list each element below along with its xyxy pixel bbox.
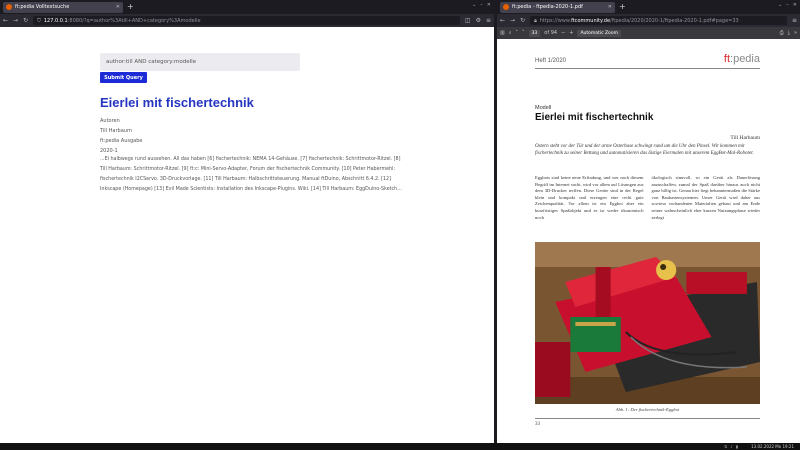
- footer-rule: [535, 418, 760, 419]
- pdf-page: Heft 1/2020 ft:pedia Modell Eierlei mit …: [497, 39, 800, 443]
- meta-label-authors: Autoren: [100, 118, 120, 124]
- save-icon[interactable]: ⤓: [788, 30, 790, 36]
- url-prefix: https://www.: [539, 17, 572, 24]
- header-rule: [535, 68, 760, 69]
- menu-icon[interactable]: ≡: [792, 17, 797, 24]
- menu-icon[interactable]: ≡: [486, 17, 491, 24]
- right-tab[interactable]: ft:pedia - ftpedia-2020-1.pdf ✕: [500, 1, 615, 13]
- reload-icon[interactable]: ↻: [520, 17, 525, 24]
- close-icon[interactable]: ✕: [487, 2, 491, 8]
- submit-query-button[interactable]: Submit Query: [100, 72, 147, 83]
- url-path: /ftpedia/2020/2020-1/ftpedia-2020-1.pdf#…: [610, 17, 739, 24]
- pdf-figure-caption: Abb. 1: Der fischertechnik-Eggbot: [615, 407, 680, 412]
- page-up-icon[interactable]: ˄: [516, 30, 519, 36]
- pdf-page-number: 33: [535, 422, 540, 427]
- page-down-icon[interactable]: ˅: [522, 30, 525, 36]
- shield-icon[interactable]: ⛉: [37, 18, 41, 24]
- taskbar: ⇅ ♪ ▮ 13.02.2022 Mo 19:21: [0, 443, 800, 450]
- page-number-input[interactable]: 33: [528, 29, 541, 37]
- search-input[interactable]: author:till AND category:modelle: [100, 53, 300, 71]
- snippet-line: ...Ei halbwegs rund aussehen. All das ha…: [100, 157, 401, 162]
- zoom-out-icon[interactable]: −: [561, 30, 565, 36]
- taskbar-clock[interactable]: 13.02.2022 Mo 19:21: [751, 444, 794, 449]
- page-total: of 94: [544, 30, 558, 36]
- eggbot-photo: [535, 242, 760, 404]
- pdf-issue: Heft 1/2020: [535, 58, 567, 64]
- pdf-body-columns: Eggbots sind keine neue Erfindung, und w…: [535, 175, 760, 221]
- snippet-line: Till Harbaum: Schrittmotor-Ritzel. [9] f…: [100, 167, 396, 172]
- logo-pedia: :pedia: [730, 53, 760, 65]
- reload-icon[interactable]: ↻: [23, 17, 28, 24]
- print-icon[interactable]: ⎙: [780, 30, 784, 36]
- close-tab-icon[interactable]: ✕: [608, 4, 612, 10]
- forward-icon[interactable]: →: [510, 17, 515, 24]
- left-browser-window: ft:pedia Volltextsuche ✕ + ⌄ – ✕ ← → ↻ ⛉…: [0, 0, 494, 443]
- right-nav-bar: ← → ↻ 🔒︎ https://www.ftcommunity.de/ftpe…: [497, 14, 800, 27]
- pdf-title: Eierlei mit fischertechnik: [535, 112, 654, 123]
- pdf-author: Till Harbaum: [730, 135, 760, 141]
- pdf-toolbar: ▥ ⌕ ˄ ˅ 33 of 94 − + Automatic Zoom ⎙ ⤓ …: [497, 27, 800, 39]
- left-tab-title: ft:pedia Volltextsuche: [15, 4, 70, 10]
- battery-icon[interactable]: ▮: [736, 444, 738, 449]
- back-icon[interactable]: ←: [500, 17, 505, 24]
- zoom-in-icon[interactable]: +: [569, 30, 573, 36]
- network-icon[interactable]: ⇅: [724, 444, 727, 449]
- pdf-column-1: Eggbots sind keine neue Erfindung, und w…: [535, 175, 644, 220]
- new-tab-icon[interactable]: +: [127, 3, 134, 11]
- meta-author: Till Harbaum: [100, 128, 132, 134]
- ftpedia-logo: ft:pedia: [724, 53, 760, 65]
- zoom-select[interactable]: Automatic Zoom: [577, 29, 621, 37]
- find-icon[interactable]: ⌕: [509, 30, 512, 36]
- firefox-icon: [6, 4, 12, 10]
- snippet-line: Inkscape (Homepage) [13] Evil Made Scien…: [100, 187, 402, 192]
- meta-issue: 2020-1: [100, 148, 118, 154]
- url-path: :8080/?q=author%3Atill+AND+category%3Amo…: [67, 17, 201, 24]
- chevron-down-icon[interactable]: ⌄: [472, 2, 476, 8]
- left-url-bar[interactable]: ⛉ 127.0.0.1:8080/?q=author%3Atill+AND+ca…: [33, 16, 460, 25]
- pdf-category: Modell: [535, 105, 552, 111]
- sidebar-toggle-icon[interactable]: ▥: [500, 30, 505, 36]
- close-icon[interactable]: ✕: [793, 2, 797, 8]
- right-tab-title: ft:pedia - ftpedia-2020-1.pdf: [512, 4, 583, 10]
- extensions-icon[interactable]: ⚙: [476, 17, 481, 24]
- meta-label-issue: ft:pedia Ausgabe: [100, 138, 143, 144]
- snippet-line: fischertechnik I2CServo. 3D-Druckvorlage…: [100, 177, 391, 182]
- pocket-icon[interactable]: ◫: [465, 17, 471, 24]
- close-tab-icon[interactable]: ✕: [116, 4, 120, 10]
- new-tab-icon[interactable]: +: [619, 3, 626, 11]
- chevron-down-icon[interactable]: ⌄: [778, 2, 782, 8]
- pdf-abstract: Ostern steht vor der Tür und der arme Os…: [535, 144, 754, 156]
- forward-icon[interactable]: →: [13, 17, 18, 24]
- left-nav-bar: ← → ↻ ⛉ 127.0.0.1:8080/?q=author%3Atill+…: [0, 14, 494, 27]
- url-host: ftcommunity.de: [571, 17, 611, 24]
- left-tab[interactable]: ft:pedia Volltextsuche ✕: [3, 1, 123, 13]
- right-browser-window: ft:pedia - ftpedia-2020-1.pdf ✕ + ⌄ – ✕ …: [497, 0, 800, 443]
- firefox-icon: [503, 4, 509, 10]
- result-title-link[interactable]: Eierlei mit fischertechnik: [100, 95, 254, 110]
- url-host: 127.0.0.1: [43, 17, 68, 24]
- minimize-icon[interactable]: –: [480, 2, 483, 8]
- pdf-column-2: ökologisch sinnvoll, so ein Gerät als Da…: [651, 175, 761, 220]
- volume-icon[interactable]: ♪: [730, 444, 733, 449]
- lock-icon[interactable]: 🔒︎: [534, 18, 537, 24]
- right-tab-bar: ft:pedia - ftpedia-2020-1.pdf ✕ + ⌄ – ✕: [497, 0, 800, 14]
- left-tab-bar: ft:pedia Volltextsuche ✕ + ⌄ – ✕: [0, 0, 494, 14]
- search-page: author:till AND category:modelle Submit …: [0, 27, 494, 443]
- right-url-bar[interactable]: 🔒︎ https://www.ftcommunity.de/ftpedia/20…: [530, 16, 787, 25]
- back-icon[interactable]: ←: [3, 17, 8, 24]
- minimize-icon[interactable]: –: [786, 2, 789, 8]
- tools-icon[interactable]: »: [794, 30, 797, 36]
